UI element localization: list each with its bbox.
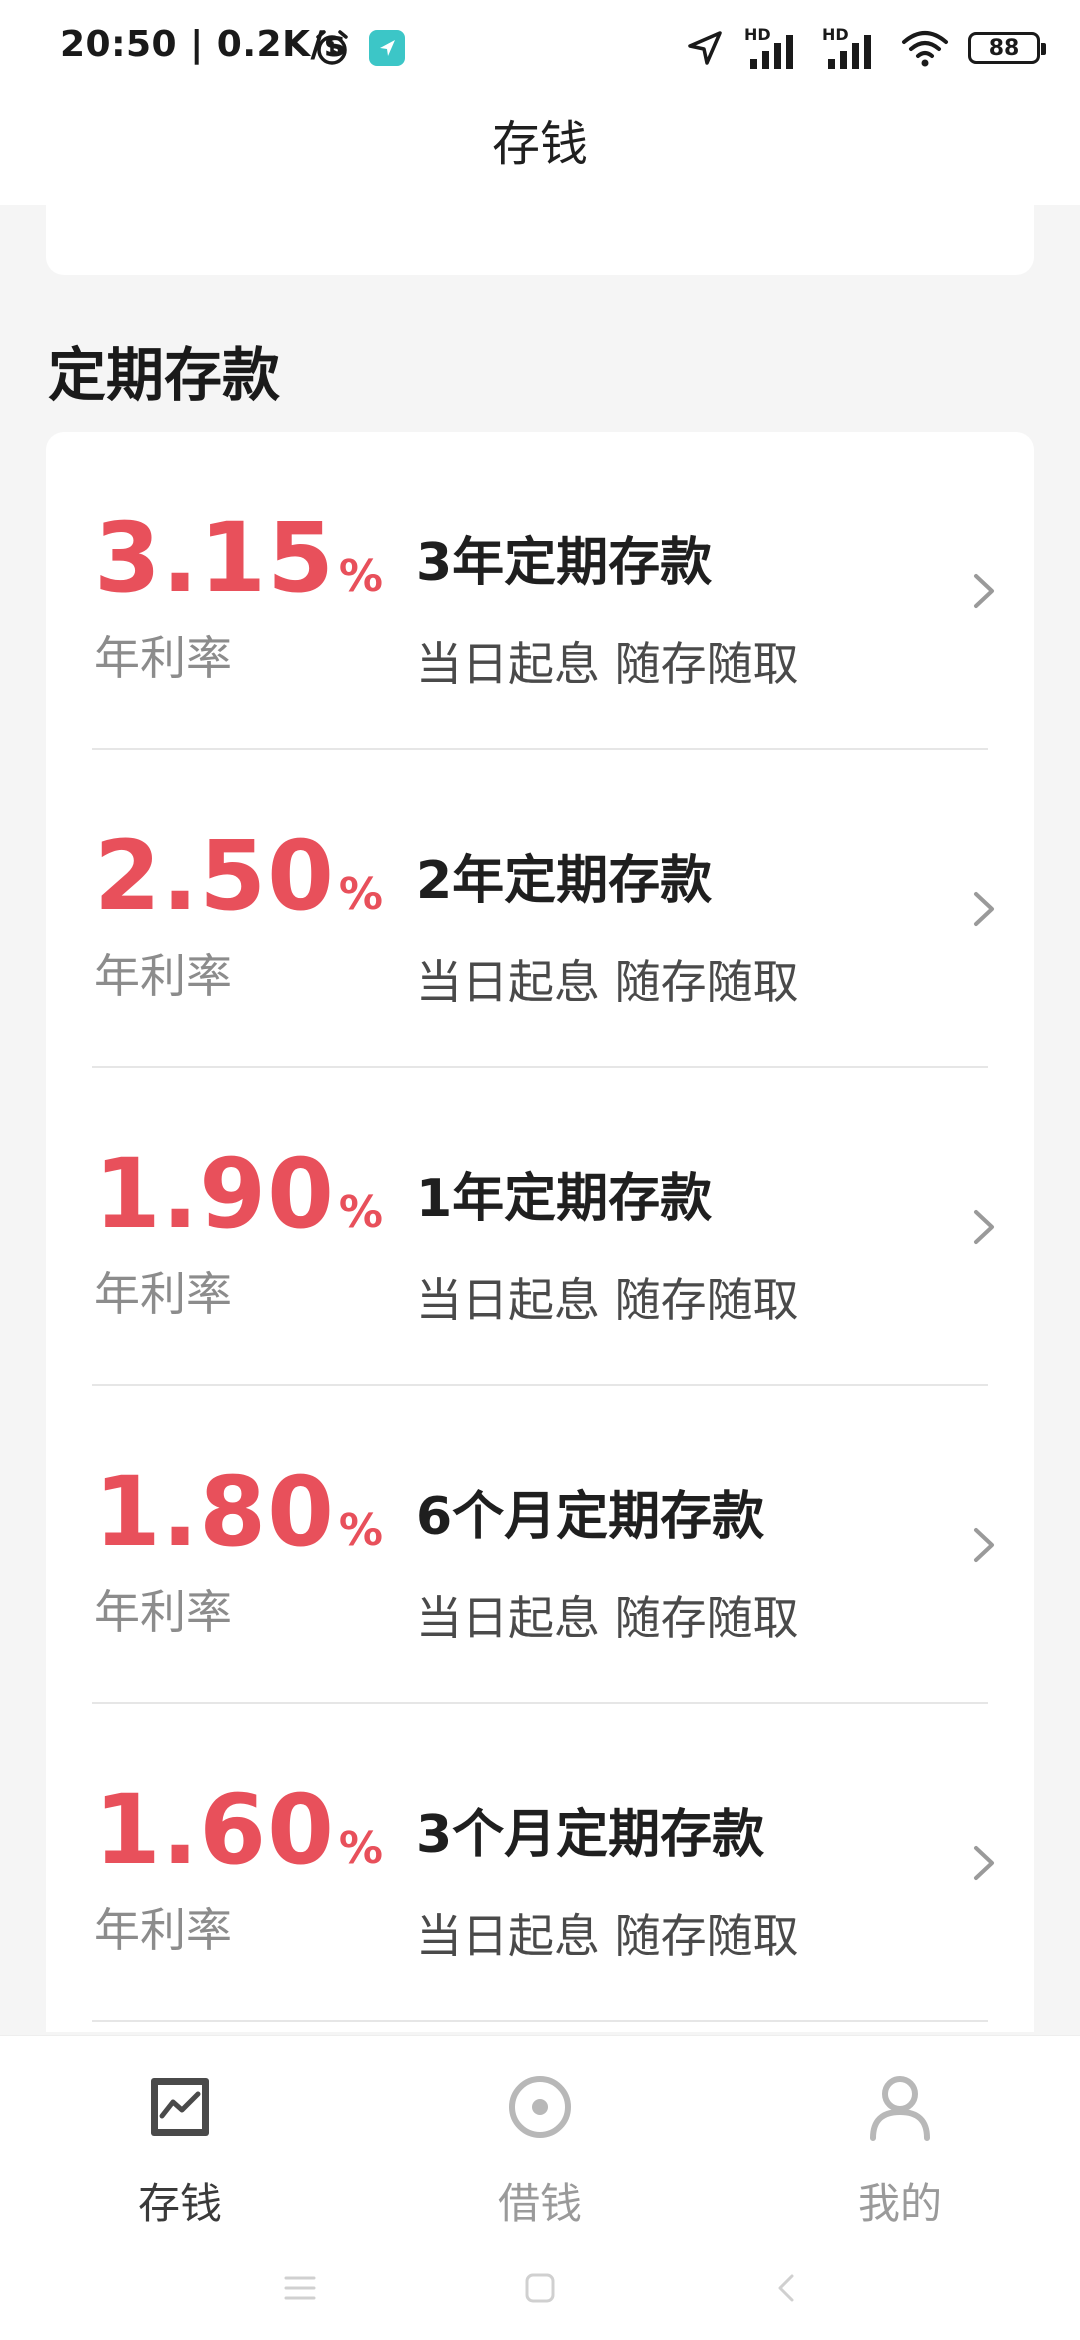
signal-strength-2: HD [822,25,882,71]
product-name: 3年定期存款 [416,533,713,593]
rate-label: 年利率 [94,1267,232,1321]
rate-value: 1.80 [94,1456,335,1568]
rate-label: 年利率 [94,1903,232,1957]
section-title-fixed-deposit: 定期存款 [48,341,281,409]
deposit-product-row[interactable]: 1.90 % 年利率 1年定期存款 当日起息 随存随取 [46,1068,1034,1386]
system-nav-bar [0,2240,1080,2340]
product-description: 当日起息 随存随取 [416,1909,799,1963]
fixed-deposit-list: 3.15 % 年利率 3年定期存款 当日起息 随存随取 2.50 % 年利率 2… [46,432,1034,2032]
navigation-app-icon [369,30,405,66]
rate-percent-sign: % [338,1187,383,1238]
menu-icon[interactable] [280,2268,320,2308]
row-divider [92,2020,988,2022]
rate-value: 2.50 [94,820,335,932]
product-description: 当日起息 随存随取 [416,1273,799,1327]
deposit-product-row[interactable]: 1.80 % 年利率 6个月定期存款 当日起息 随存随取 [46,1386,1034,1704]
product-name: 1年定期存款 [416,1169,713,1229]
battery-level: 88 [988,35,1020,61]
chevron-right-icon [974,1846,994,1880]
annual-rate: 1.80 % [94,1456,383,1568]
rate-label: 年利率 [94,949,232,1003]
tab-deposit[interactable]: 存钱 [70,2056,290,2228]
tab-loan[interactable]: 借钱 [430,2056,650,2228]
status-bar: 20:50 | 0.2K/s HD HD 88 [0,0,1080,96]
status-left-icons [312,26,406,70]
deposit-product-row[interactable]: 2.50 % 年利率 2年定期存款 当日起息 随存随取 [46,750,1034,1068]
deposit-product-row[interactable]: 1.60 % 年利率 3个月定期存款 当日起息 随存随取 [46,1704,1034,2022]
location-arrow-icon [688,31,722,65]
deposit-product-row[interactable]: 3.15 % 年利率 3年定期存款 当日起息 随存随取 [46,432,1034,750]
chevron-right-icon [974,1528,994,1562]
loan-circle-icon [509,2076,571,2138]
product-description: 当日起息 随存随取 [416,1591,799,1645]
rate-percent-sign: % [338,1505,383,1556]
signal-bars-icon-2 [828,35,871,69]
rate-percent-sign: % [338,1823,383,1874]
product-description: 当日起息 随存随取 [416,637,799,691]
rate-label: 年利率 [94,1585,232,1639]
signal-strength-1: HD [744,25,804,71]
annual-rate: 3.15 % [94,502,383,614]
alarm-icon [316,30,348,65]
annual-rate: 1.90 % [94,1138,383,1250]
annual-rate: 1.60 % [94,1774,383,1886]
chevron-right-icon [974,892,994,926]
rate-label: 年利率 [94,631,232,685]
back-icon[interactable] [766,2268,806,2308]
product-name: 6个月定期存款 [416,1487,765,1547]
tab-profile[interactable]: 我的 [790,2056,1010,2228]
product-name: 2年定期存款 [416,851,713,911]
tab-label: 我的 [857,2179,942,2228]
chevron-right-icon [974,1210,994,1244]
tab-label: 存钱 [137,2179,222,2228]
page-title: 存钱 [491,116,588,172]
rate-value: 3.15 [94,502,335,614]
chevron-right-icon [974,574,994,608]
rate-value: 1.90 [94,1138,335,1250]
status-time: 20:50 | 0.2K/s [60,24,347,65]
product-description: 当日起息 随存随取 [416,955,799,1009]
annual-rate: 2.50 % [94,820,383,932]
status-right-icons: HD HD 88 [684,22,1046,74]
profile-icon [870,2076,930,2141]
battery-indicator: 88 [968,32,1046,64]
rate-percent-sign: % [338,551,383,602]
rate-value: 1.60 [94,1774,335,1886]
deposit-chart-icon [151,2078,209,2136]
wifi-icon [902,31,948,67]
previous-card-bottom [46,205,1034,275]
rate-percent-sign: % [338,869,383,920]
product-name: 3个月定期存款 [416,1805,765,1865]
top-header: 20:50 | 0.2K/s HD HD 88 存钱 [0,0,1080,205]
tab-label: 借钱 [497,2179,582,2228]
signal-bars-icon-1 [750,35,793,69]
home-icon[interactable] [520,2268,560,2308]
